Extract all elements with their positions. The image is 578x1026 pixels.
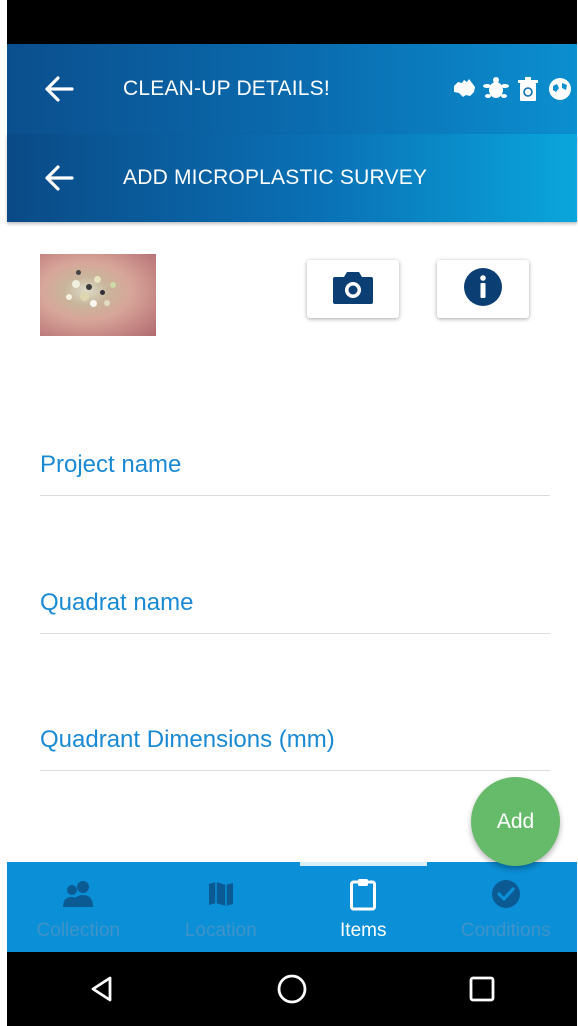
back-arrow-icon[interactable]	[41, 74, 77, 104]
nav-item-items[interactable]: Items	[292, 862, 435, 952]
globe-logo-icon	[547, 76, 573, 102]
project-name-field[interactable]: Project name	[40, 415, 550, 496]
project-name-label: Project name	[40, 451, 182, 478]
nav-label-conditions: Conditions	[460, 920, 551, 941]
nav-item-collection[interactable]: Collection	[7, 862, 150, 952]
quadrat-name-label: Quadrat name	[40, 589, 194, 616]
nav-item-location[interactable]: Location	[150, 862, 293, 952]
nav-label-items: Items	[340, 920, 387, 941]
sub-header: ADD MICROPLASTIC SURVEY	[7, 134, 577, 222]
partner-logos	[451, 76, 573, 102]
clipboard-icon	[345, 876, 381, 912]
nav-label-location: Location	[184, 920, 257, 941]
quadrant-dimensions-field[interactable]: Quadrant Dimensions (mm)	[40, 690, 550, 771]
add-button[interactable]: Add	[471, 777, 560, 866]
nav-item-conditions[interactable]: Conditions	[435, 862, 578, 952]
back-arrow-icon[interactable]	[41, 163, 77, 193]
camera-button[interactable]	[307, 260, 399, 318]
nav-label-collection: Collection	[36, 920, 120, 941]
quadrant-dimensions-label: Quadrant Dimensions (mm)	[40, 726, 335, 753]
recents-square-icon[interactable]	[462, 969, 502, 1009]
people-icon	[60, 876, 96, 912]
app-header: CLEAN-UP DETAILS!	[7, 44, 577, 134]
header-title: CLEAN-UP DETAILS!	[123, 77, 330, 100]
bottom-navigation: Collection Location Items Conditions	[7, 862, 577, 952]
home-circle-icon[interactable]	[272, 969, 312, 1009]
camera-icon	[331, 269, 375, 310]
turtle-logo-icon	[483, 76, 509, 102]
info-button[interactable]	[437, 260, 529, 318]
australia-logo-icon	[451, 76, 477, 102]
status-bar	[7, 0, 577, 44]
back-triangle-icon[interactable]	[82, 969, 122, 1009]
info-icon	[462, 266, 504, 313]
system-navigation-bar	[7, 952, 577, 1026]
survey-photo-thumbnail[interactable]	[40, 254, 156, 336]
map-icon	[203, 876, 239, 912]
recycle-bin-logo-icon	[515, 76, 541, 102]
active-tab-indicator	[300, 862, 427, 866]
check-circle-icon	[488, 876, 524, 912]
quadrat-name-field[interactable]: Quadrat name	[40, 553, 550, 634]
sub-header-title: ADD MICROPLASTIC SURVEY	[123, 166, 428, 189]
